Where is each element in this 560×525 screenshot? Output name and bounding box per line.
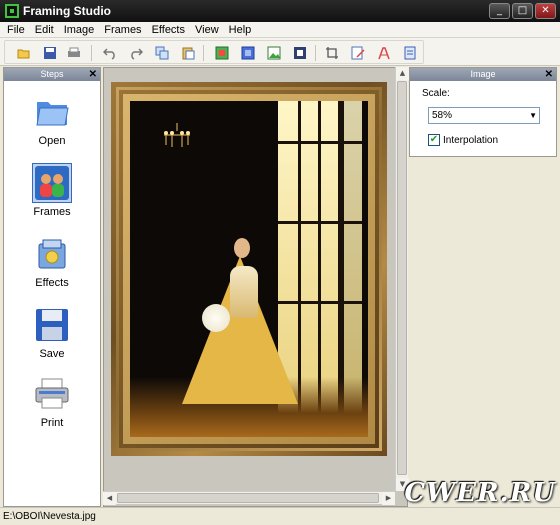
right-panel-background	[409, 158, 557, 507]
watermark-logo: CWER.RU	[404, 478, 556, 508]
close-button[interactable]: ✕	[535, 3, 556, 19]
open-icon[interactable]	[17, 46, 31, 60]
step-save[interactable]: Save	[4, 305, 100, 360]
menu-edit[interactable]: Edit	[30, 24, 59, 36]
toolbar-group	[4, 40, 424, 64]
menu-frames[interactable]: Frames	[99, 24, 146, 36]
redo-icon[interactable]	[129, 46, 143, 60]
frame-color-icon[interactable]	[215, 46, 229, 60]
status-file-path: E:\OBOI\Nevesta.jpg	[3, 511, 96, 522]
toolbar	[0, 38, 560, 66]
image-icon[interactable]	[267, 46, 281, 60]
print-icon[interactable]	[67, 46, 81, 60]
image-panel-title: Image	[470, 69, 496, 79]
vertical-scroll-thumb[interactable]	[397, 81, 407, 475]
toolbar-separator	[203, 45, 204, 61]
menu-view[interactable]: View	[190, 24, 224, 36]
app-icon	[5, 4, 19, 18]
export-icon[interactable]	[403, 46, 417, 60]
frames-people-icon	[35, 166, 69, 200]
step-open[interactable]: Open	[4, 92, 100, 147]
image-panel: Image ✕ Scale: 58% ▼ ✔ Interpolation	[409, 67, 557, 157]
menu-help[interactable]: Help	[224, 24, 257, 36]
step-print[interactable]: Print	[4, 374, 100, 429]
steps-panel-close-button[interactable]: ✕	[89, 68, 97, 81]
chandelier-icon	[164, 123, 190, 147]
folder-icon	[36, 102, 69, 126]
vertical-scrollbar[interactable]: ▲ ▼	[395, 67, 409, 491]
steps-panel-header: Steps ✕	[4, 68, 100, 81]
interpolation-checkbox[interactable]: ✔	[428, 134, 440, 146]
window-title: Framing Studio	[23, 4, 111, 18]
crop-icon[interactable]	[325, 46, 339, 60]
scroll-right-arrow[interactable]: ▶	[382, 492, 395, 505]
steps-panel: Steps ✕ Open Frames Effects Save Print	[3, 67, 101, 507]
menu-image[interactable]: Image	[59, 24, 100, 36]
minimize-button[interactable]: _	[489, 3, 510, 19]
horizontal-scrollbar[interactable]: ◀ ▶	[103, 491, 395, 505]
floppy-disk-icon	[36, 309, 68, 341]
copy-icon[interactable]	[155, 46, 169, 60]
menu-bar: File Edit Image Frames Effects View Help	[0, 22, 560, 38]
picture-frame	[111, 82, 387, 456]
effects-icon	[38, 239, 66, 269]
framed-photo	[130, 101, 368, 437]
interpolation-option[interactable]: ✔ Interpolation	[428, 134, 498, 146]
step-print-label: Print	[40, 417, 64, 429]
horizontal-scroll-thumb[interactable]	[117, 493, 379, 503]
paste-icon[interactable]	[181, 46, 195, 60]
step-frames[interactable]: Frames	[4, 163, 100, 218]
frame-blue-icon[interactable]	[241, 46, 255, 60]
toolbar-separator	[315, 45, 316, 61]
scale-label: Scale:	[422, 88, 450, 99]
image-panel-close-button[interactable]: ✕	[545, 68, 553, 81]
step-save-label: Save	[39, 348, 65, 360]
undo-icon[interactable]	[103, 46, 117, 60]
interpolation-label: Interpolation	[443, 134, 499, 146]
save-icon[interactable]	[43, 46, 57, 60]
step-open-label: Open	[38, 135, 66, 147]
step-effects[interactable]: Effects	[4, 234, 100, 289]
step-effects-label: Effects	[35, 277, 69, 289]
frame-square-icon[interactable]	[293, 46, 307, 60]
text-icon[interactable]	[377, 46, 391, 60]
scale-dropdown[interactable]: 58% ▼	[428, 107, 540, 124]
toolbar-separator	[91, 45, 92, 61]
steps-panel-title: Steps	[40, 69, 64, 79]
chevron-down-icon: ▼	[529, 111, 537, 120]
printer-icon	[35, 378, 69, 409]
menu-effects[interactable]: Effects	[147, 24, 190, 36]
scroll-left-arrow[interactable]: ◀	[103, 492, 116, 505]
window-controls: _ □ ✕	[489, 3, 556, 19]
scroll-up-arrow[interactable]: ▲	[396, 67, 409, 80]
scale-value: 58%	[432, 110, 453, 121]
step-frames-label: Frames	[33, 206, 71, 218]
title-bar: Framing Studio _ □ ✕	[0, 0, 560, 22]
image-panel-header: Image ✕	[410, 68, 556, 81]
menu-file[interactable]: File	[2, 24, 30, 36]
image-canvas[interactable]	[103, 67, 408, 507]
maximize-button[interactable]: □	[512, 3, 533, 19]
status-bar: E:\OBOI\Nevesta.jpg	[0, 507, 560, 525]
edit-image-icon[interactable]	[351, 46, 365, 60]
